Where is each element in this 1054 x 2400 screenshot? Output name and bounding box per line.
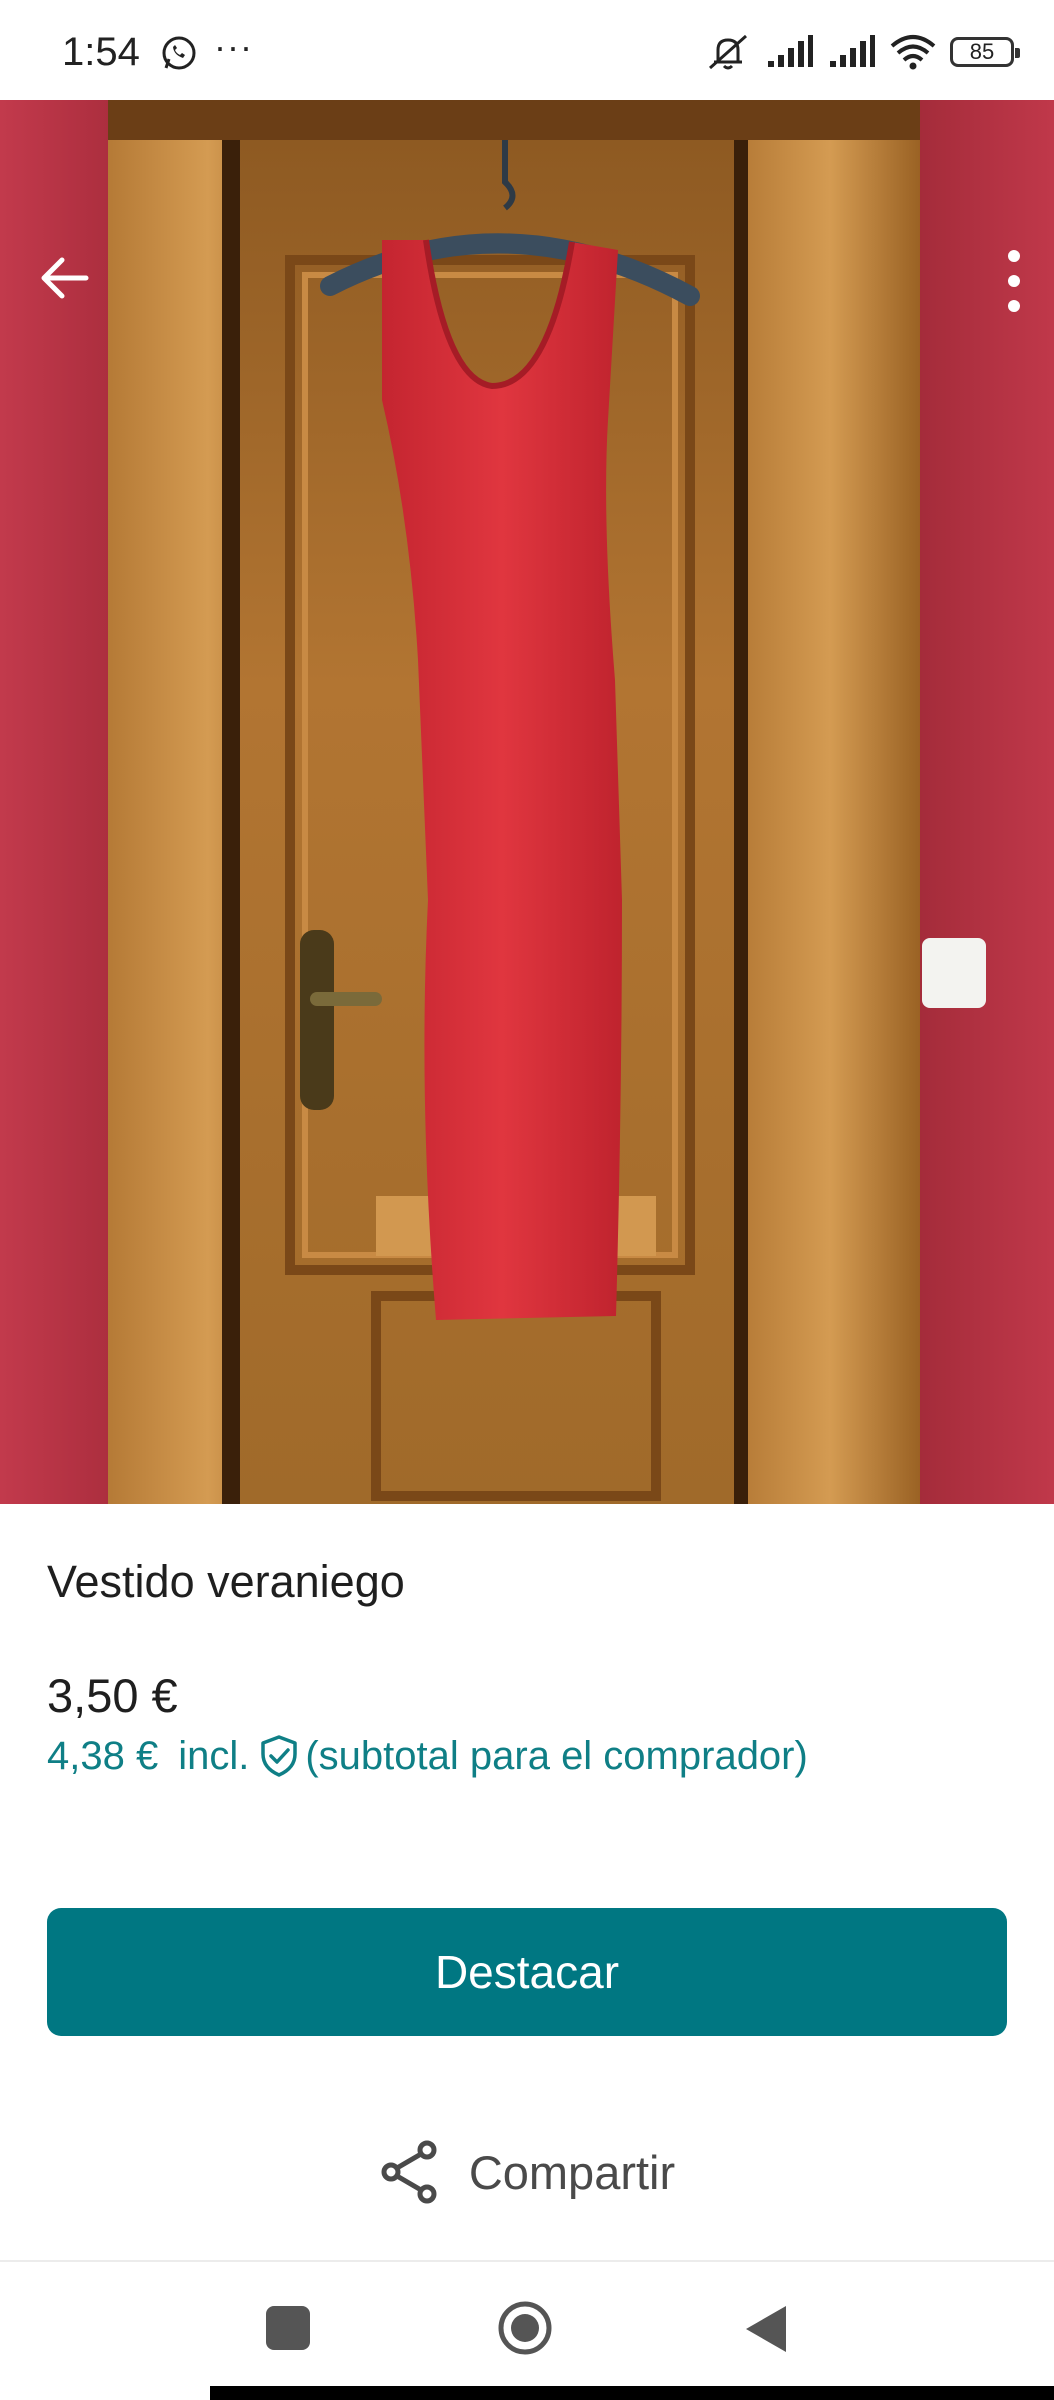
arrow-left-icon[interactable] — [36, 250, 92, 306]
battery-level: 85 — [969, 39, 995, 64]
buyer-price-row[interactable]: 4,38 € incl. (subtotal para el comprador… — [47, 1728, 808, 1784]
item-photo — [0, 100, 1054, 1504]
muted-bell-icon — [709, 34, 747, 70]
item-title: Vestido veraniego — [47, 1556, 405, 1607]
more-vertical-icon[interactable] — [994, 246, 1034, 316]
status-time: 1:54 — [62, 30, 140, 74]
status-icons: 85 — [704, 32, 1020, 72]
signal-icon — [830, 35, 875, 67]
share-icon — [381, 2140, 437, 2204]
wifi-icon — [890, 35, 936, 70]
shield-check-icon — [261, 1735, 298, 1777]
gesture-bar — [210, 2386, 1054, 2400]
status-bar: 1:54 ··· 85 — [0, 0, 1054, 100]
signal-icon — [768, 35, 813, 67]
buyer-subtotal-note: (subtotal para el comprador) — [305, 1733, 808, 1778]
back-triangle-icon[interactable] — [742, 2304, 788, 2354]
item-price: 3,50 € — [47, 1669, 178, 1722]
share-label: Compartir — [468, 2145, 676, 2199]
item-photo-carousel[interactable] — [0, 100, 1054, 1504]
share-button[interactable]: Compartir — [0, 2134, 1054, 2210]
whatsapp-icon — [162, 36, 196, 70]
buyer-total-price: 4,38 € — [47, 1733, 159, 1778]
battery-icon: 85 — [950, 37, 1020, 67]
more-notifications: ··· — [214, 26, 253, 67]
buyer-incl-label: incl. — [178, 1733, 250, 1778]
destacar-button[interactable]: Destacar — [47, 1908, 1007, 2036]
recent-apps-icon[interactable] — [266, 2306, 310, 2350]
home-icon[interactable] — [497, 2300, 553, 2356]
